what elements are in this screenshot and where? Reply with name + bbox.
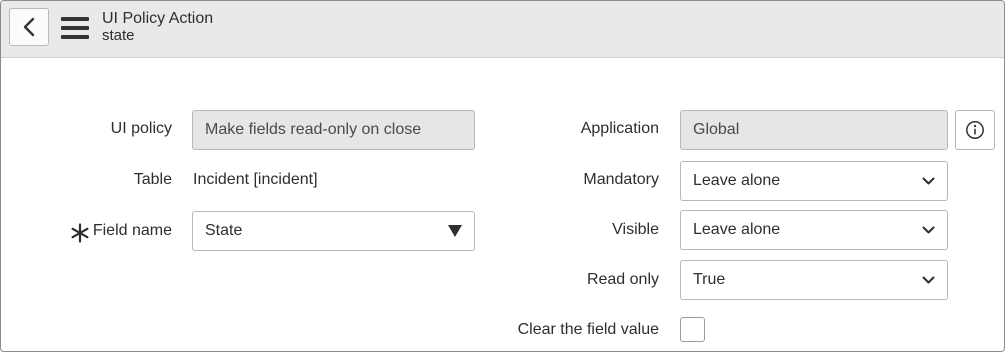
application-value: Global xyxy=(693,121,740,138)
back-button[interactable] xyxy=(9,8,49,46)
application-field[interactable]: Global xyxy=(680,110,948,150)
mandatory-select[interactable]: Leave alone xyxy=(680,161,948,201)
application-info-button[interactable] xyxy=(955,110,995,150)
triangle-down-icon xyxy=(448,225,462,237)
application-label: Application xyxy=(580,120,659,137)
page-title: UI Policy Action xyxy=(102,10,214,27)
table-label: Table xyxy=(133,171,172,188)
header-title-block: UI Policy Action state xyxy=(102,10,213,44)
record-subtitle: state xyxy=(102,27,135,44)
mandatory-label: Mandatory xyxy=(583,171,659,188)
field-name-value: State xyxy=(205,222,243,239)
hamburger-icon xyxy=(61,17,89,21)
chevron-down-icon xyxy=(922,177,935,184)
visible-select[interactable]: Leave alone xyxy=(680,210,948,250)
ui-policy-field[interactable]: Make fields read-only on close xyxy=(192,110,475,150)
clear-field-value-checkbox[interactable] xyxy=(680,317,705,342)
clear-field-value-label: Clear the field value xyxy=(517,321,659,338)
ui-policy-label: UI policy xyxy=(110,120,172,137)
chevron-down-icon xyxy=(922,276,935,283)
visible-label: Visible xyxy=(612,221,659,238)
field-name-label: Field name xyxy=(92,222,172,239)
chevron-down-icon xyxy=(922,226,935,233)
hamburger-menu-button[interactable] xyxy=(61,15,89,41)
asterisk-icon xyxy=(71,223,89,243)
chevron-left-icon xyxy=(23,17,35,37)
ui-policy-value: Make fields read-only on close xyxy=(205,121,422,138)
mandatory-value: Leave alone xyxy=(693,172,781,189)
read-only-value: True xyxy=(693,271,726,288)
info-icon xyxy=(966,121,984,139)
read-only-label: Read only xyxy=(586,271,659,288)
ui-policy-action-form: UI Policy Action state UI policy Make fi… xyxy=(0,0,1005,352)
visible-value: Leave alone xyxy=(693,221,781,238)
read-only-select[interactable]: True xyxy=(680,260,948,300)
field-name-select[interactable]: State xyxy=(192,211,475,251)
form-header: UI Policy Action state xyxy=(1,1,1004,58)
table-value: Incident [incident] xyxy=(193,171,318,188)
